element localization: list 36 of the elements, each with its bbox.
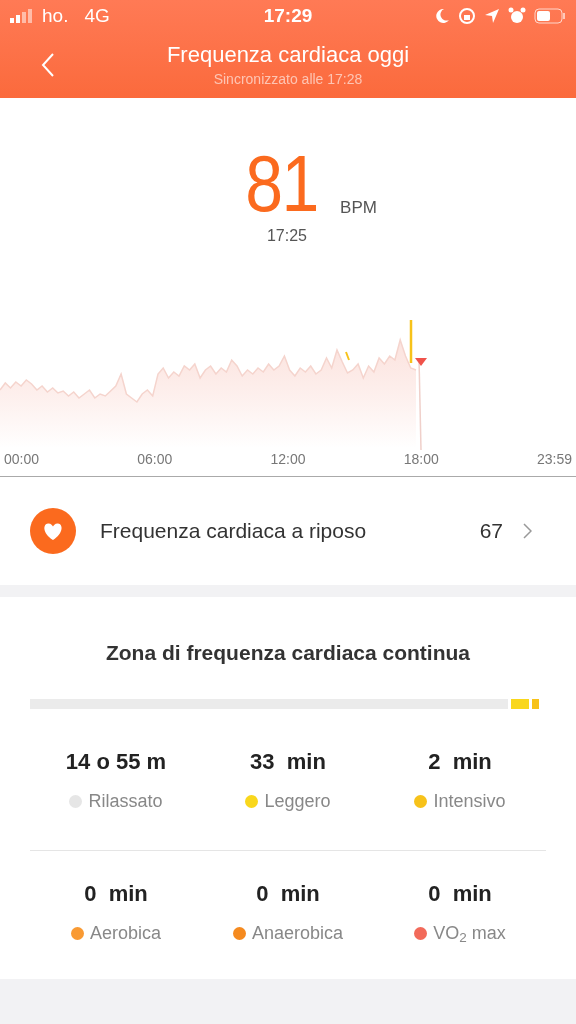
zone-label: Intensivo	[433, 789, 506, 813]
rotation-lock-icon	[458, 7, 476, 25]
bpm-unit: BPM	[340, 196, 377, 219]
zone-duration: 0 min	[428, 879, 492, 908]
x-axis-label: 23:59	[536, 450, 572, 469]
header-title: Frequenza cardiaca oggi	[166, 40, 410, 69]
zone-label: Aerobica	[89, 921, 161, 945]
x-axis-label: 06:00	[137, 450, 173, 469]
location-arrow-icon	[484, 8, 500, 24]
alarm-icon	[508, 7, 526, 25]
x-axis-label: 00:00	[4, 450, 40, 469]
x-axis-label: 12:00	[270, 450, 306, 469]
heart-rate-value: 81	[245, 144, 318, 224]
chevron-right-icon	[523, 523, 532, 539]
resting-heart-rate-row[interactable]: Frequenza cardiaca a riposo 67	[0, 477, 576, 585]
zone-label: Leggero	[264, 789, 331, 813]
status-time: 17:29	[263, 3, 313, 28]
carrier-name: ho.	[42, 3, 69, 28]
zone-label: Anaerobica	[251, 921, 344, 945]
moon-icon	[434, 8, 450, 24]
zone-duration: 33 min	[250, 747, 326, 776]
zone-duration: 2 min	[428, 747, 492, 776]
back-icon	[41, 52, 55, 78]
resting-label: Frequenza cardiaca a riposo	[100, 518, 368, 545]
network-type: 4G	[84, 3, 110, 28]
zone-label: VO$_{2}$ max	[433, 921, 506, 947]
zone-duration: 0 min	[256, 879, 320, 908]
zone-duration: 0 min	[84, 879, 148, 908]
resting-value: 67	[479, 518, 503, 545]
zone-title: Zona di frequenza cardiaca continua	[105, 640, 471, 666]
header-subtitle: Sincronizzato alle 17:28	[213, 69, 363, 89]
reading-time: 17:25	[266, 226, 307, 246]
zone-label: Rilassato	[88, 789, 163, 813]
battery-icon	[534, 8, 566, 24]
x-axis-label: 18:00	[403, 450, 439, 469]
zone-duration: 14 o 55 m	[65, 747, 167, 776]
